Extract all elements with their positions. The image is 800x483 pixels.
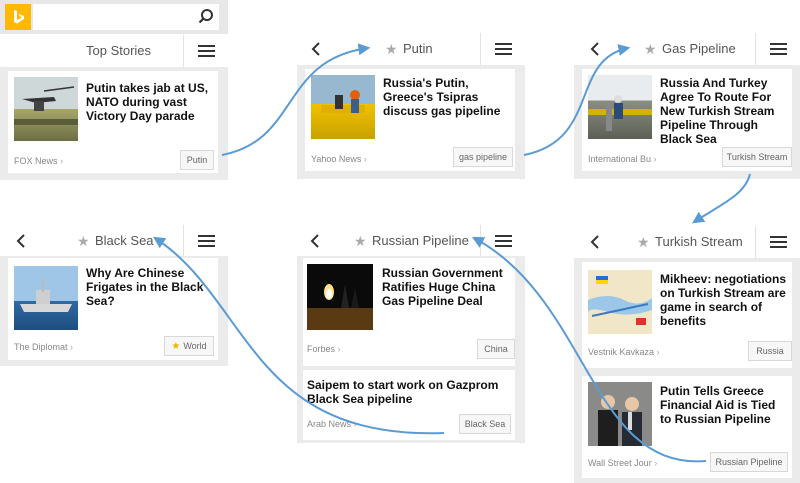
topic-tag-world[interactable]: ★ World	[164, 336, 214, 356]
news-card[interactable]: Putin takes jab at US, NATO during vast …	[8, 71, 218, 173]
topic-tag-gas-pipeline[interactable]: gas pipeline	[453, 147, 513, 167]
news-headline[interactable]: Russia's Putin, Greece's Tsipras discuss…	[383, 76, 513, 118]
star-icon[interactable]: ★	[637, 226, 650, 258]
topic-tag-russian-pipeline[interactable]: Russian Pipeline	[710, 452, 788, 472]
news-headline[interactable]: Putin Tells Greece Financial Aid is Tied…	[660, 384, 790, 426]
top-bar: ★ Black Sea	[0, 225, 228, 257]
menu-icon[interactable]	[183, 35, 229, 67]
news-card[interactable]: Mikheev: negotiations on Turkish Stream …	[582, 262, 792, 368]
arrow-turkish-stream-to-screen	[691, 173, 751, 224]
page-title: Russian Pipeline	[372, 233, 469, 248]
back-icon[interactable]	[588, 234, 602, 250]
content-panel: Putin takes jab at US, NATO during vast …	[0, 67, 228, 180]
news-headline[interactable]: Russian Government Ratifies Huge China G…	[382, 266, 512, 308]
back-icon[interactable]	[14, 233, 28, 249]
back-icon[interactable]	[588, 41, 602, 57]
screen-putin: ★ Putin Russia's Putin, Greece's Tsipras…	[297, 33, 525, 179]
star-icon[interactable]: ★	[385, 33, 398, 65]
back-icon[interactable]	[309, 41, 323, 57]
page-title: Top Stories	[86, 43, 152, 58]
top-bar: ★ Putin	[297, 33, 525, 65]
menu-icon[interactable]	[480, 33, 526, 65]
news-card[interactable]: Russia And Turkey Agree To Route For New…	[582, 69, 792, 171]
content-panel: Mikheev: negotiations on Turkish Stream …	[574, 258, 800, 483]
tag-label: World	[183, 341, 207, 351]
star-icon: ★	[171, 341, 181, 352]
news-card[interactable]: Russian Government Ratifies Huge China G…	[303, 258, 515, 366]
news-thumbnail	[307, 264, 373, 330]
topic-tag-russia[interactable]: Russia	[748, 341, 792, 361]
screen-top-stories: Top Stories Putin takes jab at US, NATO …	[0, 0, 228, 180]
news-source[interactable]: The Diplomat	[14, 342, 73, 352]
news-card[interactable]: Putin Tells Greece Financial Aid is Tied…	[582, 376, 792, 478]
content-panel: Russia And Turkey Agree To Route For New…	[574, 65, 800, 179]
news-source[interactable]: FOX News	[14, 156, 63, 166]
news-headline[interactable]: Why Are Chinese Frigates in the Black Se…	[86, 266, 216, 308]
news-source[interactable]: Yahoo News	[311, 154, 367, 164]
page-title: Putin	[403, 41, 433, 56]
bing-logo-icon[interactable]	[5, 4, 31, 30]
topic-tag-turkish-stream[interactable]: Turkish Stream	[722, 147, 792, 167]
news-source[interactable]: Forbes	[307, 344, 341, 354]
news-card[interactable]: Russia's Putin, Greece's Tsipras discuss…	[305, 69, 515, 171]
news-thumbnail	[588, 75, 652, 139]
news-thumbnail	[588, 270, 652, 334]
news-source[interactable]: International Bu	[588, 154, 657, 164]
news-thumbnail	[588, 382, 652, 446]
page-title: Turkish Stream	[655, 234, 743, 249]
content-panel: Russian Government Ratifies Huge China G…	[297, 256, 525, 443]
topic-tag-putin[interactable]: Putin	[180, 150, 214, 170]
news-source[interactable]: Vestnik Kavkaza	[588, 347, 660, 357]
menu-icon[interactable]	[183, 225, 229, 257]
menu-icon[interactable]	[755, 33, 800, 65]
news-source[interactable]: Wall Street Jour	[588, 458, 657, 468]
search-icon[interactable]	[198, 8, 214, 24]
screen-black-sea: ★ Black Sea Why Are Chinese Frigates in …	[0, 225, 228, 367]
page-title: Gas Pipeline	[662, 41, 736, 56]
news-headline[interactable]: Russia And Turkey Agree To Route For New…	[660, 76, 790, 146]
top-bar: ★ Turkish Stream	[574, 226, 800, 258]
top-bar: ★ Russian Pipeline	[297, 225, 525, 257]
star-icon[interactable]: ★	[77, 225, 90, 257]
screen-gas-pipeline: ★ Gas Pipeline Russia And Turkey Agree T…	[574, 33, 800, 179]
menu-icon[interactable]	[480, 225, 526, 257]
content-panel: Russia's Putin, Greece's Tsipras discuss…	[297, 65, 525, 179]
top-bar: Top Stories	[0, 35, 228, 67]
news-thumbnail	[311, 75, 375, 139]
news-source[interactable]: Arab News	[307, 419, 357, 429]
star-icon[interactable]: ★	[354, 225, 367, 257]
screen-russian-pipeline: ★ Russian Pipeline Russian Government Ra…	[297, 225, 525, 443]
news-thumbnail	[14, 266, 78, 330]
news-thumbnail	[14, 77, 78, 141]
back-icon[interactable]	[308, 233, 322, 249]
news-headline[interactable]: Putin takes jab at US, NATO during vast …	[86, 81, 216, 123]
news-headline[interactable]: Mikheev: negotiations on Turkish Stream …	[660, 272, 790, 328]
topic-tag-china[interactable]: China	[477, 339, 515, 359]
page-title: Black Sea	[95, 233, 154, 248]
news-card[interactable]: Saipem to start work on Gazprom Black Se…	[303, 370, 515, 440]
top-bar: ★ Gas Pipeline	[574, 33, 800, 65]
news-card[interactable]: Why Are Chinese Frigates in the Black Se…	[8, 258, 218, 360]
menu-icon[interactable]	[755, 226, 800, 258]
news-headline[interactable]: Saipem to start work on Gazprom Black Se…	[307, 378, 507, 406]
search-bar	[0, 0, 228, 34]
star-icon[interactable]: ★	[644, 33, 657, 65]
search-input[interactable]	[33, 4, 219, 30]
topic-tag-black-sea[interactable]: Black Sea	[459, 414, 511, 434]
content-panel: Why Are Chinese Frigates in the Black Se…	[0, 256, 228, 366]
screen-turkish-stream: ★ Turkish Stream Mikheev: negotiations o…	[574, 226, 800, 483]
